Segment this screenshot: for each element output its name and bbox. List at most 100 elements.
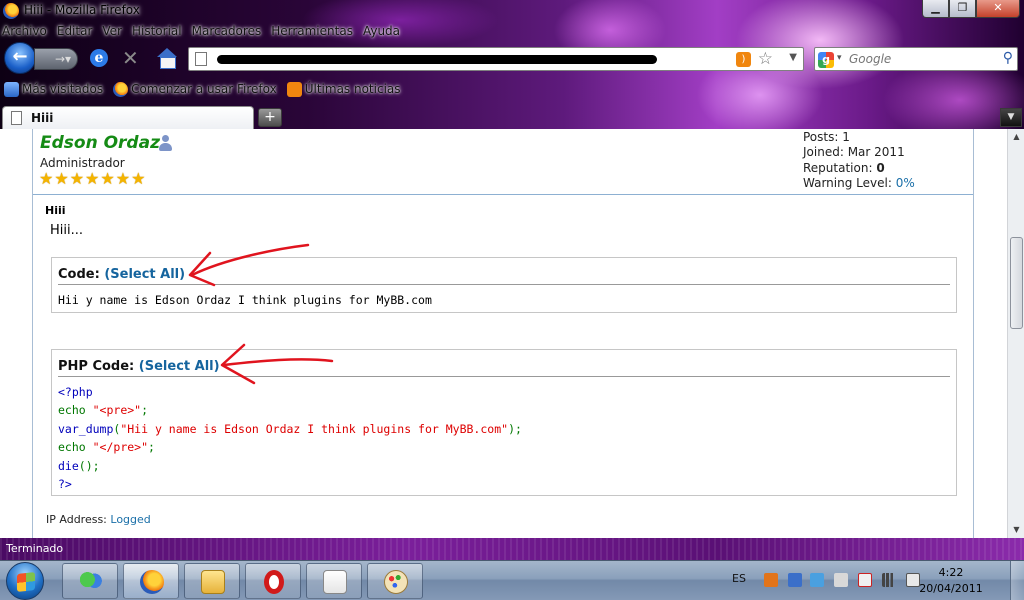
back-button[interactable]: ← xyxy=(4,42,36,74)
clock-date: 20/04/2011 xyxy=(919,582,983,595)
php-token: "Hii y name is Edson Ordaz I think plugi… xyxy=(120,421,509,436)
firefox-logo-icon xyxy=(3,3,19,19)
url-bar[interactable]: ) ☆ ▼ xyxy=(188,47,804,71)
tab-list-button[interactable]: ▼ xyxy=(1000,108,1022,127)
php-code-block: PHP Code: (Select All) <?php echo "<pre>"… xyxy=(51,349,957,496)
star-icon: ★ xyxy=(100,169,115,188)
folder-icon xyxy=(4,81,19,97)
taskbar-paint[interactable] xyxy=(367,563,423,599)
page-icon xyxy=(195,52,207,66)
network-app-icon[interactable] xyxy=(788,573,802,587)
php-code-line: ?> xyxy=(58,475,950,493)
php-token: "<pre>" xyxy=(92,403,142,418)
clock[interactable]: 4:22 20/04/2011 xyxy=(908,565,994,597)
php-token: ; xyxy=(148,440,155,455)
page-content: Edson Ordaz Administrador ★ ★ ★ ★ ★ ★ ★ Posts:… xyxy=(0,129,1007,538)
author-role: Administrador xyxy=(40,156,125,170)
php-token: var_dump xyxy=(58,421,114,436)
bookmark-label: Comenzar a usar Firefox xyxy=(131,82,277,96)
rss-icon[interactable]: ) xyxy=(736,52,751,67)
php-token: ?> xyxy=(58,477,72,492)
php-code-line: echo "<pre>"; xyxy=(58,401,950,419)
post-text: Hiii... xyxy=(50,223,84,238)
menu-editar[interactable]: Editar xyxy=(57,24,93,38)
messenger-icon xyxy=(79,570,103,594)
search-engine-dropdown-icon[interactable]: ▾ xyxy=(837,53,842,63)
window-title: Hiii - Mozilla Firefox xyxy=(24,3,140,17)
forward-button[interactable]: →▾ xyxy=(34,48,78,70)
taskbar-explorer[interactable] xyxy=(184,563,240,599)
status-text: Terminado xyxy=(6,542,64,555)
action-center-icon[interactable] xyxy=(858,573,872,587)
firefox-icon xyxy=(140,570,164,594)
bookmark-comenzar-firefox[interactable]: Comenzar a usar Firefox xyxy=(113,80,277,98)
warning-value[interactable]: 0% xyxy=(896,176,915,190)
firefox-icon xyxy=(113,81,129,97)
menu-bar: Archivo Editar Ver Historial Marcadores … xyxy=(2,24,400,38)
star-icon: ★ xyxy=(115,169,131,188)
ip-logged-link[interactable]: Logged xyxy=(110,513,150,526)
menu-ayuda[interactable]: Ayuda xyxy=(363,24,400,38)
star-icon: ★ xyxy=(39,169,54,188)
php-select-all-link[interactable]: (Select All) xyxy=(139,359,220,374)
ie-tab-icon[interactable]: e xyxy=(90,49,108,67)
posts-value: 1 xyxy=(842,130,850,144)
vertical-scrollbar[interactable]: ▲ ▼ xyxy=(1007,129,1024,538)
xampp-icon[interactable] xyxy=(764,573,778,587)
tab-hiii[interactable]: Hiii xyxy=(2,106,254,129)
navigation-toolbar: ← →▾ e ✕ ) ☆ ▼ g ▾ ⚲ xyxy=(0,40,1024,76)
browser-chrome: Hiii - Mozilla Firefox ▁ ❐ ✕ Archivo Edi… xyxy=(0,0,1024,129)
code-select-all-link[interactable]: (Select All) xyxy=(104,267,185,282)
php-token: die xyxy=(58,458,79,473)
taskbar-opera[interactable] xyxy=(245,563,301,599)
home-icon[interactable] xyxy=(156,48,178,69)
reputation-label: Reputation: xyxy=(803,160,873,175)
user-stars: ★ ★ ★ ★ ★ ★ ★ xyxy=(39,171,145,187)
taskbar-messenger[interactable] xyxy=(62,563,118,599)
show-desktop-button[interactable] xyxy=(1010,561,1024,600)
menu-historial[interactable]: Historial xyxy=(132,24,182,38)
bookmark-label: Más visitados xyxy=(22,82,104,96)
menu-archivo[interactable]: Archivo xyxy=(2,24,47,38)
search-input[interactable] xyxy=(849,50,989,68)
php-token: echo xyxy=(58,440,93,455)
scroll-thumb[interactable] xyxy=(1010,237,1023,329)
google-icon[interactable]: g xyxy=(818,52,834,68)
stop-icon[interactable]: ✕ xyxy=(122,48,139,68)
close-button[interactable]: ✕ xyxy=(976,0,1020,18)
signal-icon[interactable] xyxy=(882,573,896,587)
clock-time: 4:22 xyxy=(938,566,964,579)
scroll-up-icon[interactable]: ▲ xyxy=(1009,129,1024,145)
star-icon: ★ xyxy=(54,169,69,188)
menu-ver[interactable]: Ver xyxy=(102,24,122,38)
menu-marcadores[interactable]: Marcadores xyxy=(192,24,262,38)
php-code-header: PHP Code: (Select All) xyxy=(58,350,950,377)
joined-value: Mar 2011 xyxy=(847,145,905,160)
scroll-down-icon[interactable]: ▼ xyxy=(1009,522,1024,538)
new-tab-button[interactable]: + xyxy=(258,108,282,127)
taskbar-firefox[interactable] xyxy=(123,563,179,599)
search-icon[interactable]: ⚲ xyxy=(1003,50,1013,66)
reputation-value[interactable]: 0 xyxy=(876,161,884,175)
php-code-content: <?php echo "<pre>"; var_dump("Hii y name i… xyxy=(52,377,956,499)
windows-taskbar: ES 4:22 20/04/2011 xyxy=(0,560,1024,600)
php-code-line: <?php xyxy=(58,383,950,401)
url-dropdown-icon[interactable]: ▼ xyxy=(789,52,797,63)
post-author-row: Edson Ordaz Administrador ★ ★ ★ ★ ★ ★ ★ Posts:… xyxy=(33,129,973,195)
php-token: ; xyxy=(141,403,149,418)
tray-app-icon[interactable] xyxy=(810,573,824,587)
menu-herramientas[interactable]: Herramientas xyxy=(271,24,353,38)
window-controls: ▁ ❐ ✕ xyxy=(922,0,1020,18)
minimize-button[interactable]: ▁ xyxy=(922,0,949,18)
language-indicator[interactable]: ES xyxy=(732,572,746,585)
bookmark-mas-visitados[interactable]: Más visitados xyxy=(4,80,103,98)
posts-label: Posts: xyxy=(803,130,839,144)
start-button[interactable] xyxy=(6,562,44,600)
bookmark-ultimas-noticias[interactable]: Últimas noticias xyxy=(286,80,401,98)
taskbar-notepad[interactable] xyxy=(306,563,362,599)
author-name[interactable]: Edson Ordaz xyxy=(40,133,160,153)
volume-icon[interactable] xyxy=(834,573,848,587)
maximize-button[interactable]: ❐ xyxy=(949,0,976,18)
bookmark-star-icon[interactable]: ☆ xyxy=(758,49,773,69)
code-label: Code: xyxy=(58,267,100,282)
